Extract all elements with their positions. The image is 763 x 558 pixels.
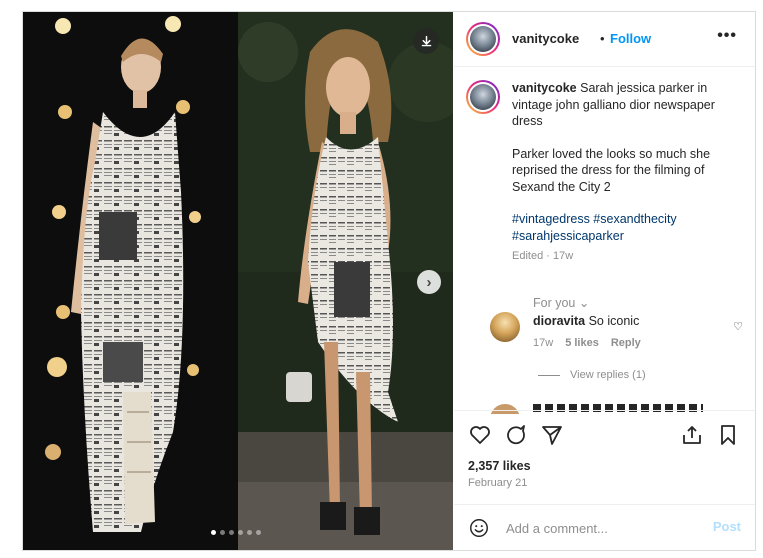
runway-illustration xyxy=(23,12,238,550)
share-icon[interactable] xyxy=(540,423,564,447)
edited-timestamp: Edited · 17w xyxy=(512,250,574,262)
add-to-collection-icon[interactable] xyxy=(680,423,704,447)
hashtags[interactable]: #vintagedress #sexandthecity #sarahjessi… xyxy=(512,211,732,244)
download-icon xyxy=(421,35,431,46)
slide-dot xyxy=(247,530,252,535)
caption-username[interactable]: vanitycoke xyxy=(512,81,577,95)
slide-dot xyxy=(229,530,234,535)
bookmark-icon[interactable] xyxy=(716,423,740,447)
comment-bar: Post xyxy=(454,504,755,550)
comment-icon[interactable] xyxy=(504,423,528,447)
avatar-frame xyxy=(468,82,498,112)
caption-avatar[interactable] xyxy=(466,80,500,114)
slide-indicator xyxy=(211,530,261,535)
post-side-panel: vanitycoke • Follow ••• vanitycoke Sarah… xyxy=(454,12,755,550)
replies-line xyxy=(538,374,560,376)
slide-dot xyxy=(211,530,216,535)
comment-text: So iconic xyxy=(588,314,640,328)
comment-like-icon[interactable]: ♡ xyxy=(733,320,743,333)
slide-dot xyxy=(238,530,243,535)
for-you-dropdown[interactable]: For you ⌄ xyxy=(533,295,589,310)
avatar[interactable] xyxy=(466,22,500,56)
comment-reply-button[interactable]: Reply xyxy=(611,337,641,349)
post-button[interactable]: Post xyxy=(713,519,741,534)
chevron-down-icon: ⌄ xyxy=(578,296,590,310)
comment-meta: 17w 5 likes Reply xyxy=(533,337,641,349)
post-media[interactable]: › xyxy=(23,12,453,550)
post-date: February 21 xyxy=(468,477,528,489)
action-bar xyxy=(454,410,755,449)
caption-line-2: Parker loved the looks so much she repri… xyxy=(512,146,711,194)
emoji-icon[interactable] xyxy=(468,517,490,539)
comment-input[interactable] xyxy=(504,517,698,539)
comment-body: dioravita So iconic xyxy=(533,314,639,328)
header-separator: • xyxy=(600,31,605,46)
comment-age: 17w xyxy=(533,337,554,349)
caption-paragraph: vanitycoke Sarah jessica parker in vinta… xyxy=(512,80,732,130)
avatar-image xyxy=(470,26,496,52)
comment-likes[interactable]: 5 likes xyxy=(565,337,599,349)
comment-username[interactable]: dioravita xyxy=(533,314,585,328)
view-replies-label: View replies (1) xyxy=(570,369,646,381)
avatar-frame xyxy=(468,24,498,54)
caption-text: vanitycoke Sarah jessica parker in vinta… xyxy=(512,80,732,276)
follow-button[interactable]: Follow xyxy=(610,31,651,46)
next-slide-button[interactable]: › xyxy=(417,270,441,294)
header-username[interactable]: vanitycoke xyxy=(512,31,579,46)
slide-dot xyxy=(256,530,261,535)
avatar-image xyxy=(470,84,496,110)
runway-photo xyxy=(23,12,238,550)
view-replies-button[interactable]: View replies (1) xyxy=(538,369,646,381)
heart-icon[interactable] xyxy=(468,423,492,447)
more-options-icon[interactable]: ••• xyxy=(717,27,737,45)
likes-count[interactable]: 2,357 likes xyxy=(468,459,531,473)
for-you-label: For you xyxy=(533,296,576,310)
chevron-right-icon: › xyxy=(426,273,432,291)
comment-avatar[interactable] xyxy=(490,312,520,342)
post-dialog: › vanitycoke • Follow ••• vanitycoke Sar… xyxy=(22,11,756,551)
slide-dot xyxy=(220,530,225,535)
download-button[interactable] xyxy=(413,28,439,54)
post-header: vanitycoke • Follow ••• xyxy=(454,12,755,67)
